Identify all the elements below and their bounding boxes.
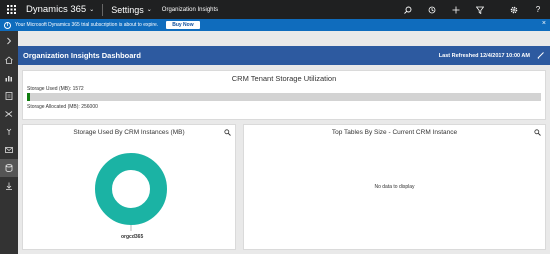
notification-bar: i Your Microsoft Dynamics 365 trial subs… (0, 19, 550, 31)
tables-title: Top Tables By Size - Current CRM Instanc… (331, 129, 458, 136)
page-title: Organization Insights Dashboard (23, 51, 141, 60)
storage-bar (27, 93, 541, 101)
area-menu[interactable]: Settings ⌄ (111, 5, 152, 15)
waffle-icon[interactable] (0, 0, 22, 19)
notification-message: Your Microsoft Dynamics 365 trial subscr… (15, 22, 159, 28)
app-title: Dynamics 365 (26, 4, 87, 15)
close-icon[interactable]: × (542, 20, 546, 27)
storage-title: CRM Tenant Storage Utilization (231, 74, 337, 83)
info-icon: i (4, 21, 11, 29)
gear-icon[interactable] (502, 0, 526, 19)
top-icons: ? (396, 0, 550, 19)
chevron-down-icon: ⌄ (146, 7, 152, 13)
history-icon[interactable] (420, 0, 444, 19)
top-bar: Dynamics 365 ⌄ Settings ⌄ Organization I… (0, 0, 550, 19)
last-refreshed: Last Refreshed 12/4/2017 10:00 AM (438, 52, 530, 59)
search-icon[interactable] (396, 0, 420, 19)
storage-allocated-label: Storage Allocated (MB): 256000 (27, 104, 98, 110)
dashboard-header: Organization Insights Dashboard Last Ref… (18, 46, 550, 65)
filter-icon[interactable] (468, 0, 492, 19)
chevron-right-icon[interactable] (0, 31, 18, 51)
storage-utilization-card: CRM Tenant Storage Utilization Storage U… (22, 70, 546, 120)
storage-used-label: Storage Used (MB): 1572 (27, 86, 84, 92)
pencil-icon[interactable] (537, 51, 545, 61)
divider (102, 3, 104, 16)
area-label: Settings (111, 4, 144, 15)
chart-icon[interactable] (0, 69, 18, 87)
zoom-icon[interactable] (534, 129, 541, 138)
buy-now-button[interactable]: Buy Now (166, 21, 200, 29)
top-tables-card: Top Tables By Size - Current CRM Instanc… (243, 124, 546, 250)
add-icon[interactable] (444, 0, 468, 19)
pie-slice-label: orgcd365 (121, 234, 144, 240)
mail-icon[interactable] (0, 141, 18, 159)
page-name: Organization Insights (161, 6, 219, 13)
shuffle-icon[interactable] (0, 105, 18, 123)
instances-card: Storage Used By CRM Instances (MB) orgcd… (22, 124, 236, 250)
home-icon[interactable] (0, 51, 18, 69)
left-nav (0, 31, 18, 254)
no-data-message: No data to display (374, 184, 415, 190)
app-title-menu[interactable]: Dynamics 365 ⌄ (26, 4, 94, 15)
instances-title: Storage Used By CRM Instances (MB) (73, 129, 185, 136)
zoom-icon[interactable] (224, 129, 231, 138)
pie-chart (95, 153, 167, 231)
download-icon[interactable] (0, 177, 18, 195)
document-icon[interactable] (0, 87, 18, 105)
database-icon[interactable] (0, 159, 18, 177)
help-icon[interactable]: ? (526, 0, 550, 19)
chevron-down-icon: ⌄ (89, 7, 95, 13)
plug-icon[interactable] (0, 123, 18, 141)
pie-slice[interactable] (95, 153, 167, 225)
storage-bar-fill (27, 93, 31, 101)
